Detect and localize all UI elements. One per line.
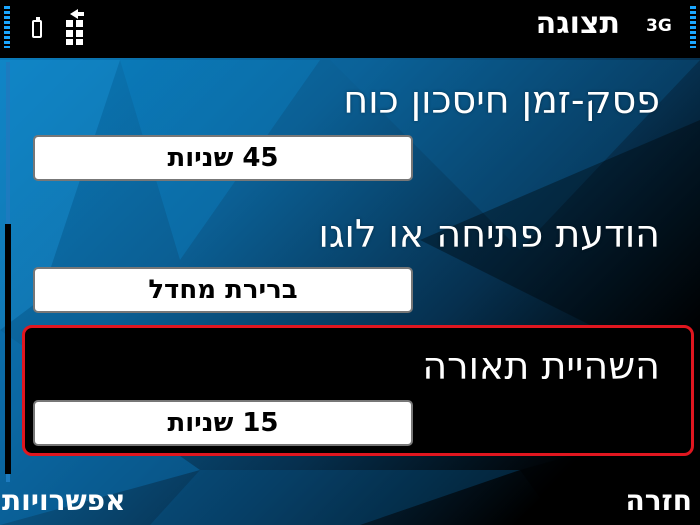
network-indicator: 3G xyxy=(646,16,672,36)
setting-value-power-saver-timeout[interactable]: 45 שניות xyxy=(33,135,413,181)
setting-label-light-timeout: השהיית תאורה xyxy=(422,344,660,388)
battery-icon xyxy=(32,17,42,38)
status-bar: תצוגה 3G xyxy=(0,0,700,58)
usb-connection-icon xyxy=(66,9,84,45)
phone-screen: תצוגה 3G פסק-זמן חיסכון כוח 45 שניות הוד… xyxy=(0,0,700,525)
battery-level-icon xyxy=(4,6,10,48)
scrollbar-thumb[interactable] xyxy=(5,224,11,474)
setting-value-welcome-note[interactable]: ברירת מחדל xyxy=(33,267,413,313)
setting-value-light-timeout[interactable]: 15 שניות xyxy=(33,400,413,446)
back-softkey[interactable]: חזרה xyxy=(625,484,692,517)
setting-label-welcome-note: הודעת פתיחה או לוגו xyxy=(318,212,661,256)
options-softkey[interactable]: אפשרויות xyxy=(2,484,125,517)
signal-strength-icon xyxy=(690,6,696,48)
screen-title: תצוגה xyxy=(535,6,620,41)
setting-label-power-saver-timeout: פסק-זמן חיסכון כוח xyxy=(343,78,660,122)
